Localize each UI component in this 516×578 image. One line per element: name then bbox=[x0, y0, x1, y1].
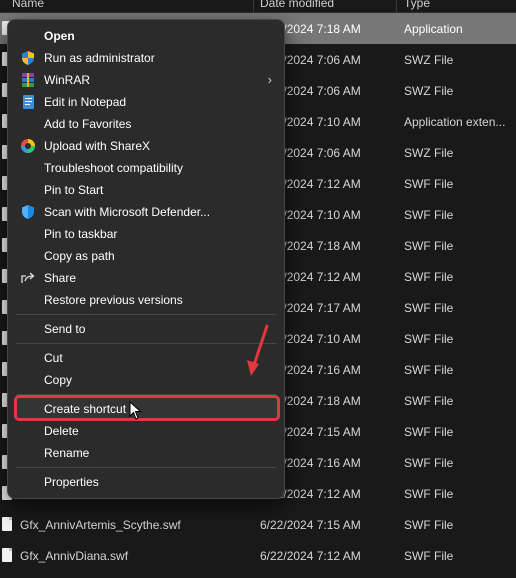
file-name: Gfx_AnnivArtemis_Scythe.swf bbox=[20, 517, 181, 532]
winrar-icon bbox=[20, 72, 36, 88]
file-type: Application exten... bbox=[404, 114, 506, 129]
menu-item-restore-previous-versions[interactable]: Restore previous versions bbox=[12, 289, 280, 311]
menu-item-label: WinRAR bbox=[44, 73, 91, 87]
file-type: SWF File bbox=[404, 548, 454, 563]
file-type: SWF File bbox=[404, 238, 454, 253]
menu-item-label: Pin to Start bbox=[44, 183, 104, 197]
column-type[interactable]: Type bbox=[404, 0, 430, 10]
menu-item-properties[interactable]: Properties bbox=[12, 471, 280, 493]
menu-item-label: Run as administrator bbox=[44, 51, 155, 65]
menu-item-open[interactable]: Open bbox=[12, 25, 280, 47]
column-date-modified[interactable]: Date modified bbox=[260, 0, 334, 10]
file-row[interactable]: Gfx_AnnivArtemis_Scythe.swf 6/22/2024 7:1… bbox=[0, 509, 516, 540]
menu-item-label: Create shortcut bbox=[44, 402, 127, 416]
file-type: SWZ File bbox=[404, 145, 454, 160]
menu-item-add-to-favorites[interactable]: Add to Favorites bbox=[12, 113, 280, 135]
menu-item-pin-to-taskbar[interactable]: Pin to taskbar bbox=[12, 223, 280, 245]
menu-item-label: Open bbox=[44, 29, 75, 43]
menu-item-rename[interactable]: Rename bbox=[12, 442, 280, 464]
file-type: SWF File bbox=[404, 207, 454, 222]
menu-item-edit-in-notepad[interactable]: Edit in Notepad bbox=[12, 91, 280, 113]
menu-item-cut[interactable]: Cut bbox=[12, 347, 280, 369]
file-type: SWF File bbox=[404, 362, 454, 377]
file-type: SWF File bbox=[404, 331, 454, 346]
menu-item-label: Pin to taskbar bbox=[44, 227, 118, 241]
sharex-icon bbox=[20, 138, 36, 154]
menu-item-label: Send to bbox=[44, 322, 86, 336]
menu-item-winrar[interactable]: WinRAR › bbox=[12, 69, 280, 91]
file-type: SWZ File bbox=[404, 83, 454, 98]
menu-item-delete[interactable]: Delete bbox=[12, 420, 280, 442]
mouse-cursor-icon bbox=[129, 401, 142, 420]
column-header-bar: Name Date modified Type bbox=[0, 0, 516, 13]
file-type: SWF File bbox=[404, 393, 454, 408]
menu-separator bbox=[16, 394, 276, 395]
menu-item-label: Troubleshoot compatibility bbox=[44, 161, 183, 175]
notepad-icon bbox=[20, 94, 36, 110]
file-name: Gfx_AnnivDiana.swf bbox=[20, 548, 129, 563]
menu-item-label: Delete bbox=[44, 424, 79, 438]
chevron-right-icon: › bbox=[267, 72, 272, 87]
menu-separator bbox=[16, 467, 276, 468]
file-type: SWF File bbox=[404, 424, 454, 439]
menu-item-run-as-administrator[interactable]: Run as administrator bbox=[12, 47, 280, 69]
menu-item-label: Restore previous versions bbox=[44, 293, 183, 307]
menu-item-copy-as-path[interactable]: Copy as path bbox=[12, 245, 280, 267]
file-type: SWZ File bbox=[404, 52, 454, 67]
context-menu: Open Run as administrator WinRAR › Edit in N… bbox=[7, 19, 285, 499]
menu-item-upload-with-sharex[interactable]: Upload with ShareX bbox=[12, 135, 280, 157]
menu-item-troubleshoot-compatibility[interactable]: Troubleshoot compatibility bbox=[12, 157, 280, 179]
file-type: SWF File bbox=[404, 455, 454, 470]
menu-separator bbox=[16, 314, 276, 315]
file-type: SWF File bbox=[404, 486, 454, 501]
menu-item-copy[interactable]: Copy bbox=[12, 369, 280, 391]
column-divider[interactable] bbox=[396, 0, 397, 12]
file-icon bbox=[2, 517, 12, 531]
menu-item-scan-with-microsoft-defender[interactable]: Scan with Microsoft Defender... bbox=[12, 201, 280, 223]
file-type: SWF File bbox=[404, 176, 454, 191]
menu-item-label: Upload with ShareX bbox=[44, 139, 151, 153]
menu-item-label: Properties bbox=[44, 475, 99, 489]
menu-item-label: Edit in Notepad bbox=[44, 95, 127, 109]
file-date: 6/22/2024 7:12 AM bbox=[260, 548, 361, 563]
file-type: Application bbox=[404, 21, 463, 36]
column-name[interactable]: Name bbox=[12, 0, 44, 10]
defender-icon bbox=[20, 204, 36, 220]
menu-item-label: Copy bbox=[44, 373, 73, 387]
menu-item-label: Cut bbox=[44, 351, 63, 365]
menu-item-label: Copy as path bbox=[44, 249, 115, 263]
file-icon bbox=[2, 548, 12, 562]
menu-item-label: Scan with Microsoft Defender... bbox=[44, 205, 211, 219]
file-type: SWF File bbox=[404, 517, 454, 532]
file-row[interactable]: Gfx_AnnivDiana.swf 6/22/2024 7:12 AM SWF F… bbox=[0, 540, 516, 571]
red-arrow-annotation bbox=[247, 324, 269, 376]
file-type: SWF File bbox=[404, 269, 454, 284]
menu-item-label: Rename bbox=[44, 446, 90, 460]
file-type: SWF File bbox=[404, 300, 454, 315]
menu-separator bbox=[16, 343, 276, 344]
share-icon bbox=[20, 270, 36, 286]
menu-item-send-to[interactable]: Send to bbox=[12, 318, 280, 340]
uac-shield-icon bbox=[20, 50, 36, 66]
menu-item-label: Share bbox=[44, 271, 77, 285]
menu-item-label: Add to Favorites bbox=[44, 117, 132, 131]
menu-item-share[interactable]: Share bbox=[12, 267, 280, 289]
file-date: 6/22/2024 7:15 AM bbox=[260, 517, 361, 532]
menu-item-pin-to-start[interactable]: Pin to Start bbox=[12, 179, 280, 201]
column-divider[interactable] bbox=[253, 0, 254, 12]
menu-item-create-shortcut[interactable]: Create shortcut bbox=[12, 398, 280, 420]
